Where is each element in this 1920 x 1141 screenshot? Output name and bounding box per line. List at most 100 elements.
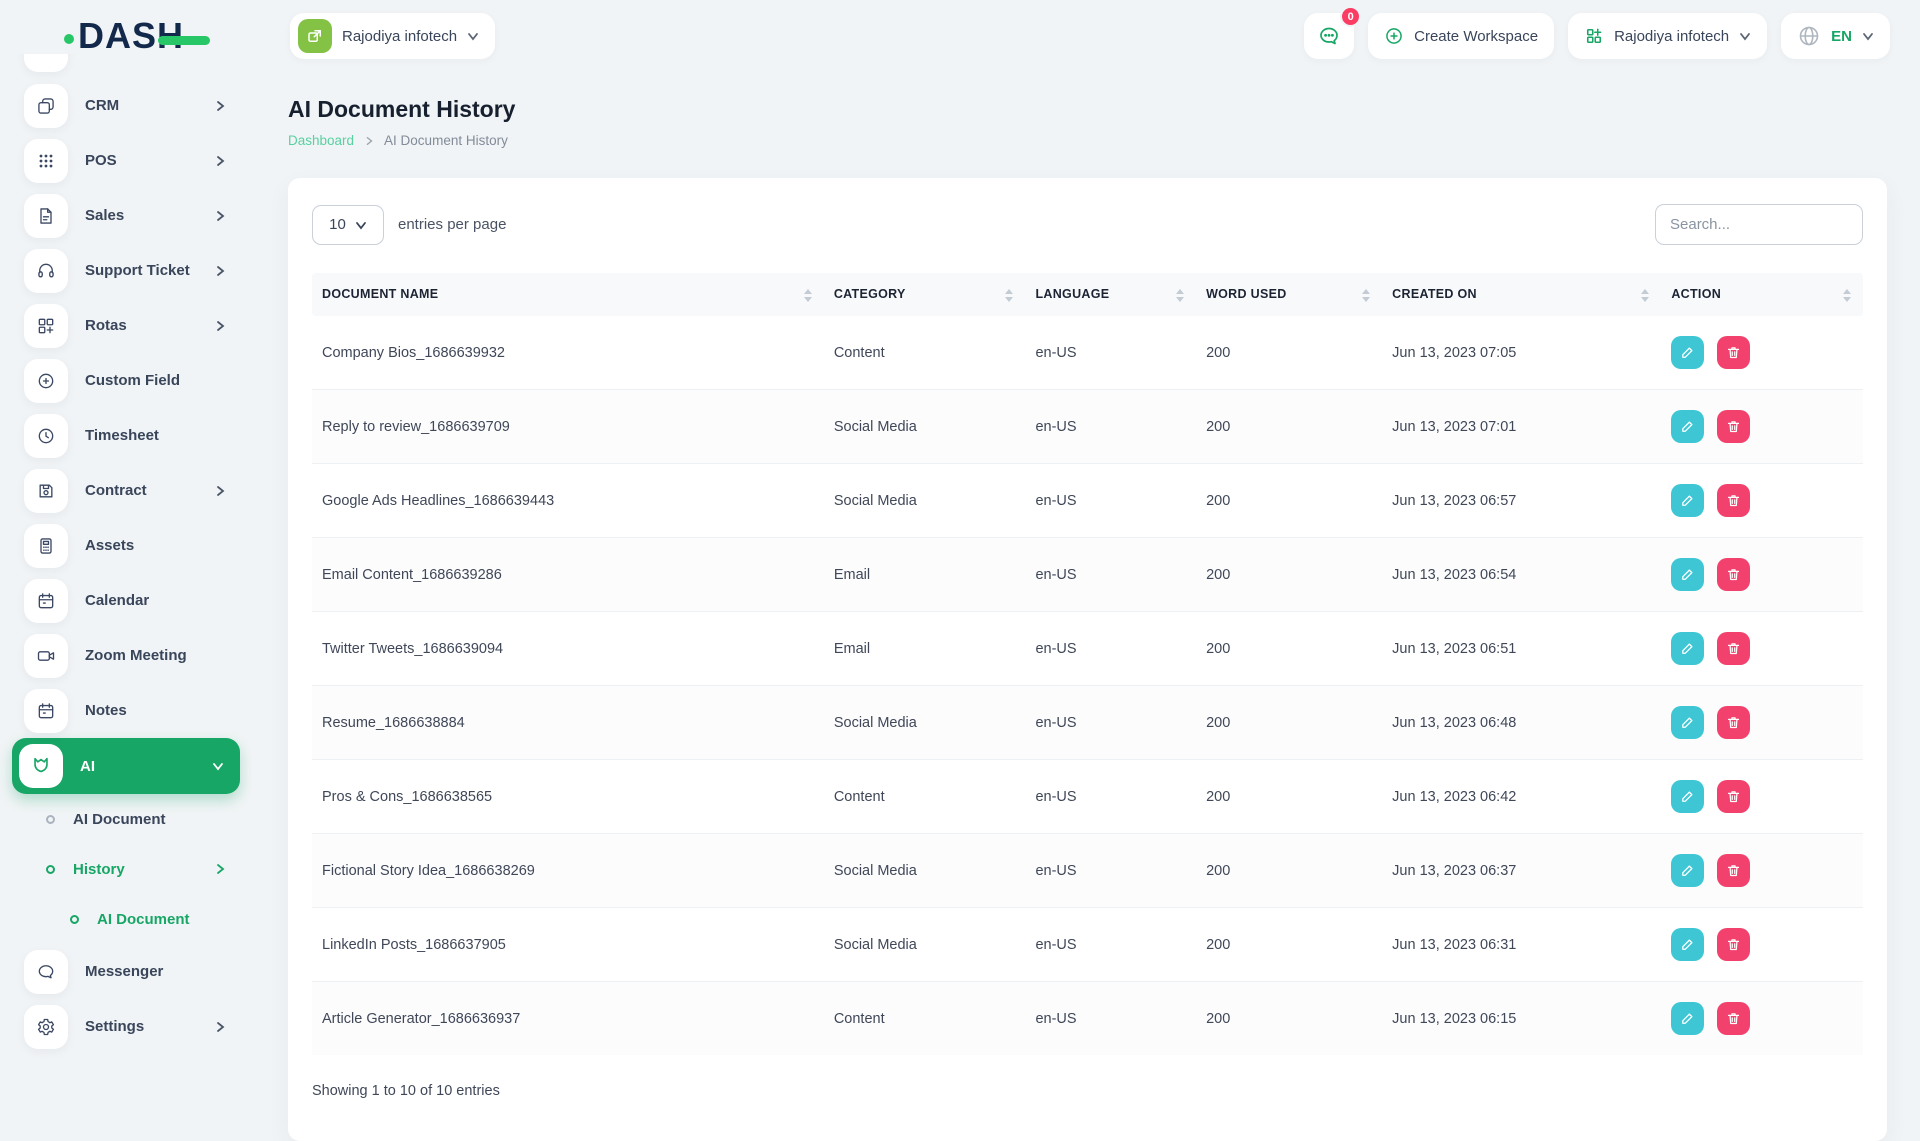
pencil-icon	[1680, 1011, 1695, 1026]
edit-button[interactable]	[1671, 854, 1704, 887]
cell-actions	[1661, 612, 1863, 686]
delete-button[interactable]	[1717, 854, 1750, 887]
history-table-card: 10 entries per page DOCUMENT NAME CATEGO…	[288, 178, 1887, 1141]
pencil-icon	[1680, 493, 1695, 508]
calendar-icon	[24, 579, 68, 623]
cell-word-used: 200	[1196, 908, 1382, 982]
cell-category: Social Media	[824, 834, 1026, 908]
history-table: DOCUMENT NAME CATEGORY LANGUAGE WORD USE…	[312, 273, 1863, 1055]
cell-actions	[1661, 464, 1863, 538]
cell-actions	[1661, 834, 1863, 908]
sidebar-item-crm[interactable]: CRM	[0, 78, 252, 133]
delete-button[interactable]	[1717, 706, 1750, 739]
column-header-word-used[interactable]: WORD USED	[1196, 273, 1382, 316]
create-workspace-button[interactable]: Create Workspace	[1368, 13, 1554, 59]
sidebar-item-notes[interactable]: Notes	[0, 683, 252, 738]
cell-language: en-US	[1025, 538, 1196, 612]
chevron-right-icon	[214, 100, 226, 112]
breadcrumb: Dashboard AI Document History	[288, 133, 1887, 148]
column-header-action[interactable]: ACTION	[1661, 273, 1863, 316]
cell-created-on: Jun 13, 2023 06:51	[1382, 612, 1661, 686]
cell-language: en-US	[1025, 834, 1196, 908]
top-header: DASH Rajodiya infotech 0 Create Workspac…	[0, 0, 1920, 72]
cell-language: en-US	[1025, 464, 1196, 538]
edit-button[interactable]	[1671, 410, 1704, 443]
sort-icon[interactable]	[1641, 289, 1649, 302]
sidebar-item-assets[interactable]: Assets	[0, 518, 252, 573]
sort-icon[interactable]	[1362, 289, 1370, 302]
edit-button[interactable]	[1671, 336, 1704, 369]
delete-button[interactable]	[1717, 632, 1750, 665]
edit-button[interactable]	[1671, 780, 1704, 813]
page-size-select[interactable]: 10	[312, 205, 384, 245]
column-header-language[interactable]: LANGUAGE	[1025, 273, 1196, 316]
pos-grid-icon	[24, 139, 68, 183]
sidebar-item-messenger[interactable]: Messenger	[0, 944, 252, 999]
page-size-value: 10	[329, 216, 346, 233]
column-header-created-on[interactable]: CREATED ON	[1382, 273, 1661, 316]
grid-plus-icon	[1584, 26, 1604, 46]
sidebar-item-pos[interactable]: POS	[0, 133, 252, 188]
cell-category: Email	[824, 612, 1026, 686]
sort-icon[interactable]	[804, 289, 812, 302]
chat-bubble-icon	[24, 950, 68, 994]
messages-button[interactable]: 0	[1304, 13, 1354, 59]
delete-button[interactable]	[1717, 928, 1750, 961]
delete-button[interactable]	[1717, 558, 1750, 591]
edit-button[interactable]	[1671, 706, 1704, 739]
app-logo[interactable]: DASH	[64, 18, 210, 54]
edit-button[interactable]	[1671, 558, 1704, 591]
sidebar-item-calendar[interactable]: Calendar	[0, 573, 252, 628]
delete-button[interactable]	[1717, 484, 1750, 517]
pencil-icon	[1680, 789, 1695, 804]
bullet-icon	[46, 815, 55, 824]
dashboard-icon[interactable]	[24, 54, 68, 72]
sidebar-item-contract[interactable]: Contract	[0, 463, 252, 518]
sidebar-item-ai[interactable]: AI	[12, 738, 240, 794]
sidebar-subitem-ai-document[interactable]: AI Document	[0, 794, 252, 844]
calendar-icon	[24, 689, 68, 733]
sort-icon[interactable]	[1176, 289, 1184, 302]
pencil-icon	[1680, 345, 1695, 360]
breadcrumb-separator-icon	[364, 136, 374, 146]
column-header-category[interactable]: CATEGORY	[824, 273, 1026, 316]
cell-word-used: 200	[1196, 612, 1382, 686]
edit-button[interactable]	[1671, 1002, 1704, 1035]
cell-created-on: Jun 13, 2023 06:57	[1382, 464, 1661, 538]
edit-button[interactable]	[1671, 928, 1704, 961]
cell-language: en-US	[1025, 316, 1196, 390]
column-header-document-name[interactable]: DOCUMENT NAME	[312, 273, 824, 316]
breadcrumb-dashboard-link[interactable]: Dashboard	[288, 133, 354, 148]
delete-button[interactable]	[1717, 410, 1750, 443]
sort-icon[interactable]	[1843, 289, 1851, 302]
edit-button[interactable]	[1671, 484, 1704, 517]
sidebar-item-zoom-meeting[interactable]: Zoom Meeting	[0, 628, 252, 683]
cell-actions	[1661, 316, 1863, 390]
cell-created-on: Jun 13, 2023 06:48	[1382, 686, 1661, 760]
cell-language: en-US	[1025, 612, 1196, 686]
delete-button[interactable]	[1717, 780, 1750, 813]
chevron-right-icon	[214, 210, 226, 222]
workspace-switcher[interactable]: Rajodiya infotech	[290, 13, 495, 59]
chevron-down-icon	[212, 760, 224, 772]
delete-button[interactable]	[1717, 336, 1750, 369]
sidebar-item-timesheet[interactable]: Timesheet	[0, 408, 252, 463]
language-selector[interactable]: EN	[1781, 13, 1890, 59]
sidebar-item-support-ticket[interactable]: Support Ticket	[0, 243, 252, 298]
trash-icon	[1726, 863, 1741, 878]
sidebar-subitem-history-ai-document[interactable]: AI Document	[0, 894, 252, 944]
entries-per-page-label: entries per page	[398, 216, 506, 233]
sort-icon[interactable]	[1005, 289, 1013, 302]
sidebar-item-settings[interactable]: Settings	[0, 999, 252, 1054]
sidebar-item-rotas[interactable]: Rotas	[0, 298, 252, 353]
sidebar-item-custom-field[interactable]: Custom Field	[0, 353, 252, 408]
cell-created-on: Jun 13, 2023 06:31	[1382, 908, 1661, 982]
delete-button[interactable]	[1717, 1002, 1750, 1035]
search-input[interactable]	[1655, 204, 1863, 245]
edit-button[interactable]	[1671, 632, 1704, 665]
floppy-icon	[24, 469, 68, 513]
company-menu[interactable]: Rajodiya infotech	[1568, 13, 1767, 59]
sidebar-item-sales[interactable]: Sales	[0, 188, 252, 243]
ai-fox-icon	[19, 744, 63, 788]
sidebar-subitem-history[interactable]: History	[0, 844, 252, 894]
